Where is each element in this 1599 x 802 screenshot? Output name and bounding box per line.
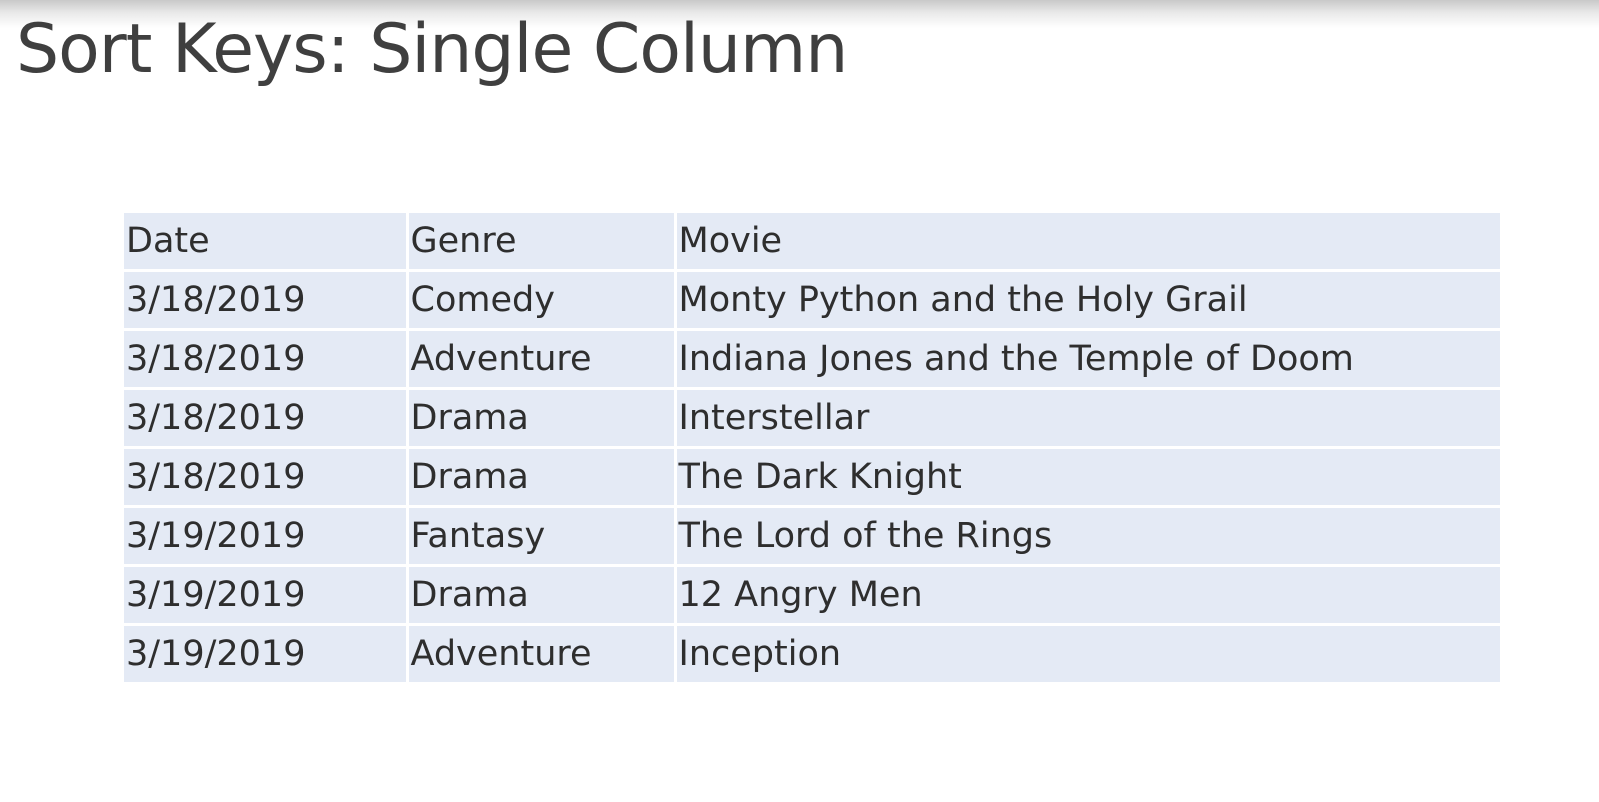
cell-genre: Comedy [405,269,677,331]
table-row: 3/18/2019 Drama Interstellar [124,387,1500,449]
cell-movie: The Lord of the Rings [673,505,1500,567]
table-row: 3/18/2019 Comedy Monty Python and the Ho… [124,269,1500,331]
cell-movie: The Dark Knight [673,446,1500,508]
header-genre: Genre [405,213,677,272]
cell-date: 3/18/2019 [124,269,409,331]
cell-movie: Interstellar [673,387,1500,449]
cell-genre: Adventure [405,623,677,682]
cell-genre: Drama [405,446,677,508]
cell-date: 3/18/2019 [124,328,409,390]
cell-movie: Monty Python and the Holy Grail [673,269,1500,331]
header-movie: Movie [673,213,1500,272]
table-row: 3/18/2019 Adventure Indiana Jones and th… [124,328,1500,390]
table-row: 3/18/2019 Drama The Dark Knight [124,446,1500,508]
cell-movie: Inception [673,623,1500,682]
table-row: 3/19/2019 Drama 12 Angry Men [124,564,1500,626]
table-row: 3/19/2019 Adventure Inception [124,623,1500,682]
cell-genre: Adventure [405,328,677,390]
cell-genre: Drama [405,387,677,449]
cell-date: 3/19/2019 [124,564,409,626]
table-header-row: Date Genre Movie [124,213,1500,272]
cell-genre: Drama [405,564,677,626]
table-row: 3/19/2019 Fantasy The Lord of the Rings [124,505,1500,567]
slide-title: Sort Keys: Single Column [16,10,848,89]
movie-table: Date Genre Movie 3/18/2019 Comedy Monty … [124,213,1500,682]
cell-movie: 12 Angry Men [673,564,1500,626]
cell-date: 3/19/2019 [124,505,409,567]
cell-date: 3/18/2019 [124,387,409,449]
cell-movie: Indiana Jones and the Temple of Doom [673,328,1500,390]
cell-genre: Fantasy [405,505,677,567]
cell-date: 3/19/2019 [124,623,409,682]
header-date: Date [124,213,409,272]
cell-date: 3/18/2019 [124,446,409,508]
